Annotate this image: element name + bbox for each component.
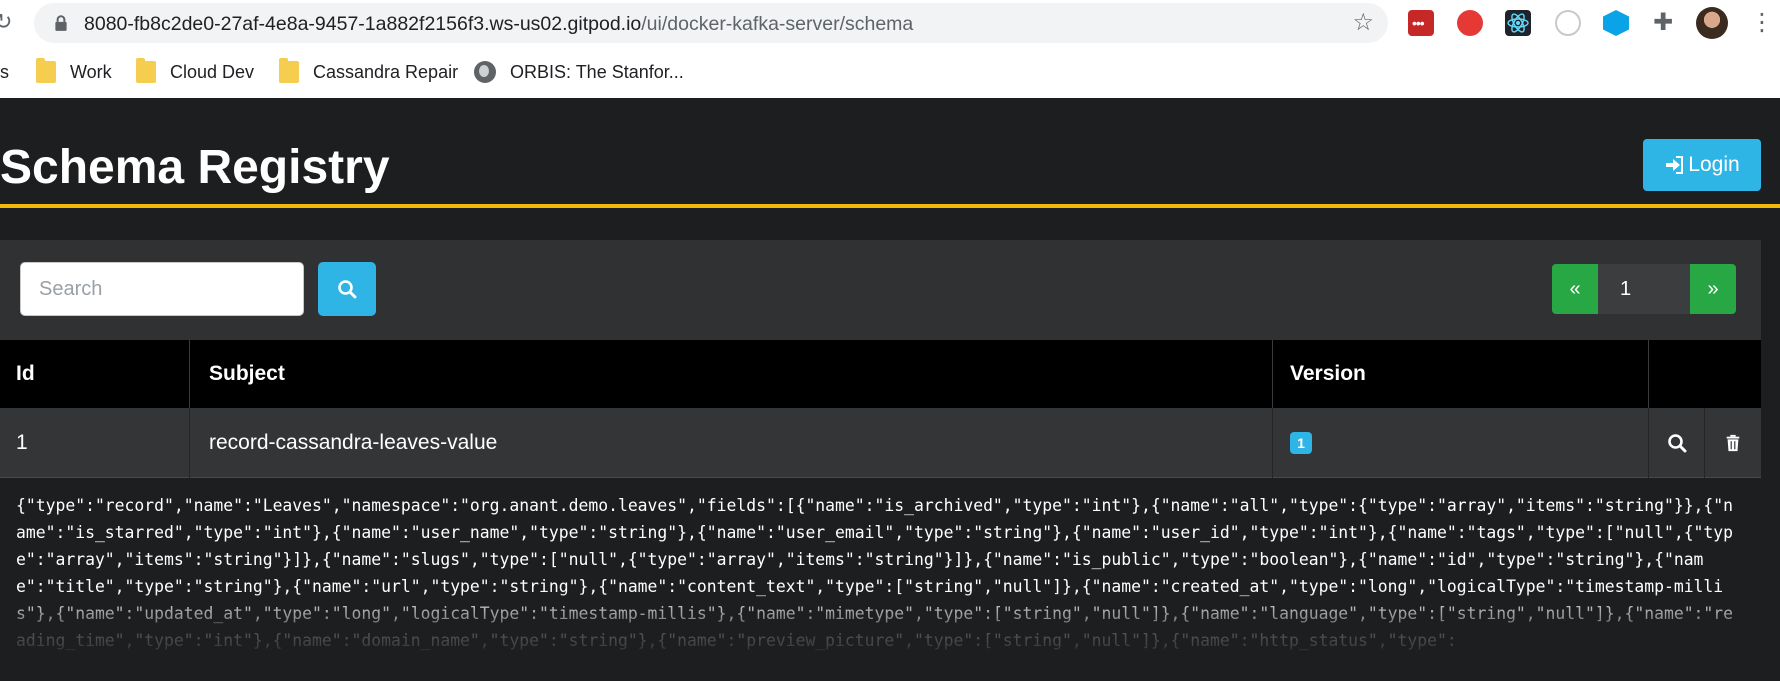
globe-icon <box>474 61 496 83</box>
url-host: 8080-fb8c2de0-27af-4e8a-9457-1a882f2156f… <box>84 13 642 35</box>
header-accent-bar <box>0 204 1780 208</box>
star-icon[interactable]: ☆ <box>1352 11 1374 35</box>
row-id: 1 <box>0 408 190 478</box>
search-button[interactable] <box>318 262 376 316</box>
url-path: /ui/docker-kafka-server/schema <box>641 13 914 35</box>
puzzle-icon[interactable]: ✚ <box>1650 10 1676 36</box>
table-header: Id Subject Version <box>0 340 1761 408</box>
bookmark-truncated[interactable]: s <box>0 60 9 84</box>
pagination-next-button[interactable]: » <box>1690 264 1736 314</box>
react-atom-icon <box>1507 13 1529 33</box>
reload-icon[interactable]: ↻ <box>0 10 14 34</box>
folder-icon <box>136 58 156 83</box>
bookmark-label: Work <box>70 61 112 82</box>
login-label: Login <box>1688 153 1740 176</box>
page-title: Schema Registry <box>0 141 390 194</box>
bookmark-label: Cassandra Repair <box>313 61 459 82</box>
schema-definition: {"type":"record","name":"Leaves","namesp… <box>0 478 1761 681</box>
bookmark-cassandra-repair[interactable]: Cassandra Repair <box>279 58 459 84</box>
gitpod-extension-icon[interactable] <box>1603 10 1629 36</box>
avatar[interactable] <box>1696 7 1728 39</box>
column-header-version[interactable]: Version <box>1273 340 1649 408</box>
bookmark-label: Cloud Dev <box>170 61 255 82</box>
pagination-current-page: 1 <box>1598 264 1690 314</box>
bookmarks-bar: s Work Cloud Dev Cassandra Repair ORBIS:… <box>0 46 1780 98</box>
sign-in-icon <box>1666 156 1684 174</box>
column-header-subject[interactable]: Subject <box>190 340 1273 408</box>
folder-icon <box>36 58 56 83</box>
lastpass-extension-icon[interactable]: ••• <box>1408 10 1434 36</box>
bookmark-orbis[interactable]: ORBIS: The Stanfor... <box>474 60 684 84</box>
adblock-extension-icon[interactable] <box>1457 10 1483 36</box>
row-version: 1 <box>1273 408 1649 478</box>
lock-icon[interactable] <box>52 14 70 32</box>
table-row[interactable]: 1 record-cassandra-leaves-value 1 <box>0 408 1761 478</box>
search-icon <box>338 280 357 299</box>
schema-fade-overlay <box>0 590 1761 681</box>
version-badge[interactable]: 1 <box>1290 432 1312 454</box>
address-bar[interactable]: 8080-fb8c2de0-27af-4e8a-9457-1a882f2156f… <box>34 3 1388 43</box>
url-text[interactable]: 8080-fb8c2de0-27af-4e8a-9457-1a882f2156f… <box>84 13 913 36</box>
search-icon <box>1667 434 1686 453</box>
search-input[interactable] <box>20 262 304 316</box>
schema-registry-app: Schema Registry Login « 1 » Id Subject V… <box>0 98 1780 681</box>
column-header-id[interactable]: Id <box>0 340 190 408</box>
pagination-prev-button[interactable]: « <box>1552 264 1598 314</box>
column-header-actions <box>1649 340 1761 408</box>
kebab-menu-icon[interactable]: ⋮ <box>1750 8 1774 38</box>
browser-toolbar: ↻ 8080-fb8c2de0-27af-4e8a-9457-1a882f215… <box>0 0 1780 46</box>
delete-schema-button[interactable] <box>1705 408 1761 478</box>
row-subject: record-cassandra-leaves-value <box>190 408 1273 478</box>
bookmark-label: ORBIS: The Stanfor... <box>510 61 684 82</box>
react-devtools-extension-icon[interactable] <box>1505 10 1531 36</box>
view-schema-button[interactable] <box>1649 408 1705 478</box>
bookmark-label: s <box>0 61 9 82</box>
bookmark-work[interactable]: Work <box>36 58 112 84</box>
schema-panel: « 1 » Id Subject Version 1 record-cassan… <box>0 240 1761 681</box>
circle-extension-icon[interactable] <box>1555 10 1581 36</box>
folder-icon <box>279 58 299 83</box>
login-button[interactable]: Login <box>1643 139 1761 191</box>
bookmark-cloud-dev[interactable]: Cloud Dev <box>136 58 255 84</box>
trash-icon <box>1726 434 1740 452</box>
